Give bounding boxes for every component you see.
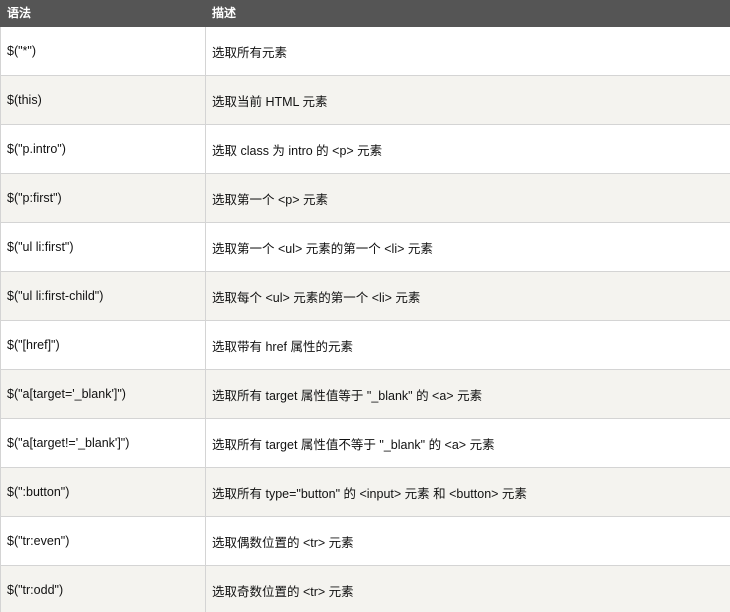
- header-description: 描述: [205, 0, 730, 27]
- description-cell: 选取偶数位置的 <tr> 元素: [205, 516, 730, 566]
- description-cell: 选取所有 target 属性值等于 "_blank" 的 <a> 元素: [205, 369, 730, 419]
- table-row: $("a[target!='_blank']") 选取所有 target 属性值…: [0, 418, 730, 468]
- description-cell: 选取奇数位置的 <tr> 元素: [205, 565, 730, 612]
- table-row: $("ul li:first") 选取第一个 <ul> 元素的第一个 <li> …: [0, 222, 730, 272]
- table-body: $("*") 选取所有元素 $(this) 选取当前 HTML 元素 $("p.…: [0, 26, 730, 612]
- table-row: $("tr:even") 选取偶数位置的 <tr> 元素: [0, 516, 730, 566]
- syntax-cell: $("p.intro"): [0, 124, 206, 174]
- syntax-cell: $(":button"): [0, 467, 206, 517]
- description-cell: 选取每个 <ul> 元素的第一个 <li> 元素: [205, 271, 730, 321]
- table-row: $("tr:odd") 选取奇数位置的 <tr> 元素: [0, 565, 730, 612]
- description-cell: 选取所有 type="button" 的 <input> 元素 和 <butto…: [205, 467, 730, 517]
- description-cell: 选取所有元素: [205, 26, 730, 76]
- page: 语法 描述 $("*") 选取所有元素 $(this) 选取当前 HTML 元素…: [0, 0, 730, 612]
- table-header: 语法 描述: [0, 0, 730, 27]
- table-row: $("p.intro") 选取 class 为 intro 的 <p> 元素: [0, 124, 730, 174]
- header-row: 语法 描述: [0, 0, 730, 27]
- syntax-cell: $("a[target!='_blank']"): [0, 418, 206, 468]
- syntax-cell: $("tr:even"): [0, 516, 206, 566]
- table-row: $("a[target='_blank']") 选取所有 target 属性值等…: [0, 369, 730, 419]
- table-row: $("ul li:first-child") 选取每个 <ul> 元素的第一个 …: [0, 271, 730, 321]
- table-row: $("p:first") 选取第一个 <p> 元素: [0, 173, 730, 223]
- description-cell: 选取所有 target 属性值不等于 "_blank" 的 <a> 元素: [205, 418, 730, 468]
- description-cell: 选取第一个 <ul> 元素的第一个 <li> 元素: [205, 222, 730, 272]
- table-row: $(":button") 选取所有 type="button" 的 <input…: [0, 467, 730, 517]
- syntax-cell: $("p:first"): [0, 173, 206, 223]
- header-syntax: 语法: [0, 0, 206, 27]
- table-row: $("*") 选取所有元素: [0, 26, 730, 76]
- syntax-cell: $("ul li:first-child"): [0, 271, 206, 321]
- syntax-cell: $("a[target='_blank']"): [0, 369, 206, 419]
- syntax-cell: $("*"): [0, 26, 206, 76]
- syntax-cell: $("[href]"): [0, 320, 206, 370]
- syntax-cell: $("ul li:first"): [0, 222, 206, 272]
- table-row: $("[href]") 选取带有 href 属性的元素: [0, 320, 730, 370]
- syntax-cell: $("tr:odd"): [0, 565, 206, 612]
- description-cell: 选取 class 为 intro 的 <p> 元素: [205, 124, 730, 174]
- description-cell: 选取第一个 <p> 元素: [205, 173, 730, 223]
- syntax-cell: $(this): [0, 75, 206, 125]
- description-cell: 选取当前 HTML 元素: [205, 75, 730, 125]
- jquery-selector-table: 语法 描述 $("*") 选取所有元素 $(this) 选取当前 HTML 元素…: [0, 0, 730, 612]
- table-row: $(this) 选取当前 HTML 元素: [0, 75, 730, 125]
- description-cell: 选取带有 href 属性的元素: [205, 320, 730, 370]
